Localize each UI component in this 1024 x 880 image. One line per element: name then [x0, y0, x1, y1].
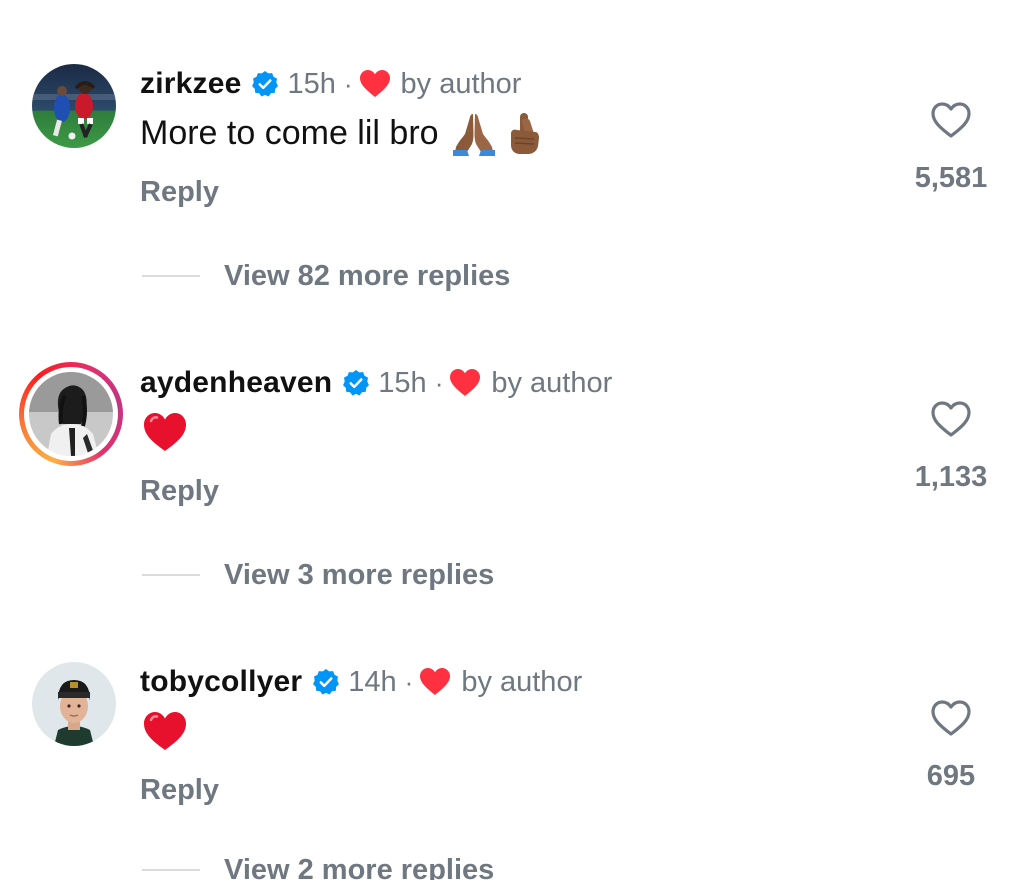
verified-badge-icon [342, 369, 370, 397]
liked-by-author-label: by author [491, 366, 613, 399]
separator-dot: · [434, 367, 444, 398]
replies-divider-line [142, 574, 200, 576]
like-heart-icon[interactable] [929, 397, 973, 441]
like-count: 695 [926, 760, 976, 792]
replies-divider-line [142, 275, 200, 277]
view-more-replies-button[interactable]: View 2 more replies [142, 850, 494, 880]
folded-hands-emoji [451, 110, 497, 156]
comment-timestamp: 14h [348, 665, 397, 698]
view-more-replies-button[interactable]: View 82 more replies [142, 256, 510, 296]
like-count: 5,581 [914, 162, 988, 194]
reply-button[interactable]: Reply [140, 176, 219, 209]
view-replies-label: View 2 more replies [224, 853, 495, 880]
view-replies-label: View 82 more replies [224, 259, 511, 292]
replies-divider-line [142, 869, 200, 871]
comment-item: zirkzee 15h · by author More to come lil… [0, 0, 1024, 300]
liked-by-author-label: by author [400, 67, 522, 100]
separator-dot: · [404, 666, 414, 697]
comment-timestamp: 15h [378, 366, 427, 399]
comment-item: tobycollyer 14h · by author Reply 695 Vi… [0, 598, 1024, 880]
username[interactable]: aydenheaven [140, 366, 332, 400]
reply-button[interactable]: Reply [140, 475, 219, 508]
username[interactable]: zirkzee [140, 67, 241, 101]
author-liked-heart-icon [449, 368, 481, 398]
verified-badge-icon [312, 668, 340, 696]
comment-meta: zirkzee 15h · by author [140, 62, 521, 106]
comment-timestamp: 15h [287, 67, 336, 100]
red-heart-emoji [142, 708, 188, 754]
crossed-fingers-emoji [501, 110, 547, 156]
avatar-portrait-photo [32, 662, 116, 746]
like-heart-icon[interactable] [929, 98, 973, 142]
liked-by-author-label: by author [461, 665, 583, 698]
comment-meta: aydenheaven 15h · by author [140, 361, 612, 405]
separator-dot: · [343, 68, 353, 99]
avatar-football-photo [32, 64, 116, 148]
view-more-replies-button[interactable]: View 3 more replies [142, 555, 494, 595]
verified-badge-icon [251, 70, 279, 98]
comment-text: More to come lil bro [140, 114, 439, 152]
like-heart-icon[interactable] [929, 696, 973, 740]
author-liked-heart-icon [419, 667, 451, 697]
comments-list: zirkzee 15h · by author More to come lil… [0, 0, 1024, 880]
username[interactable]: tobycollyer [140, 665, 302, 699]
view-replies-label: View 3 more replies [224, 558, 495, 591]
reply-button[interactable]: Reply [140, 774, 219, 807]
avatar[interactable] [32, 64, 116, 148]
author-liked-heart-icon [359, 69, 391, 99]
comment-meta: tobycollyer 14h · by author [140, 660, 582, 704]
avatar[interactable] [32, 662, 116, 746]
comment-body: More to come lil bro [140, 108, 547, 158]
red-heart-emoji [142, 409, 188, 455]
like-count: 1,133 [914, 461, 988, 493]
